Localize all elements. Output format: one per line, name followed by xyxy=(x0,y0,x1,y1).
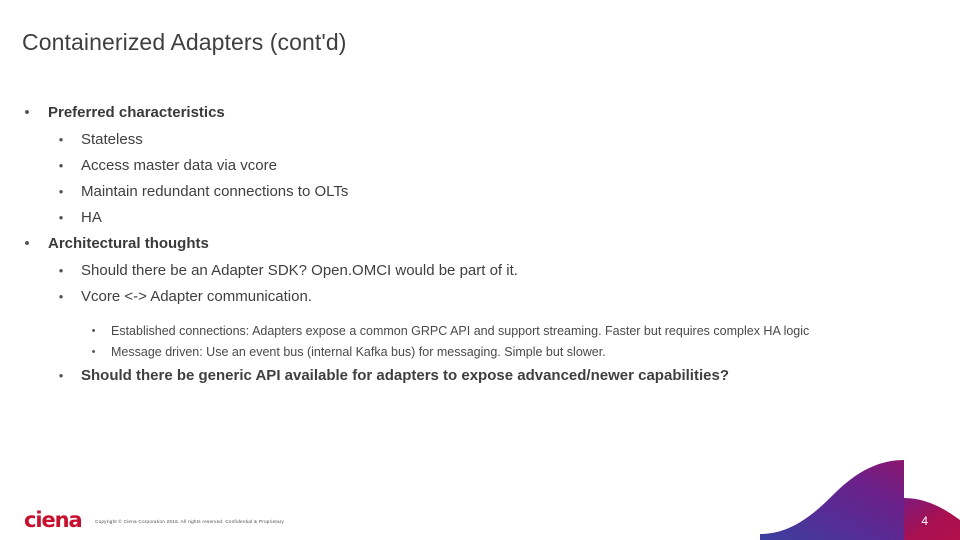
decorative-swoosh-graphic xyxy=(760,454,960,540)
slide-number: 4 xyxy=(921,514,928,528)
list-item-label: Maintain redundant connections to OLTs xyxy=(81,183,349,200)
list-item-label: Stateless xyxy=(81,131,143,148)
list-item: • Stateless xyxy=(0,127,930,153)
list-item: • Access master data via vcore xyxy=(0,153,930,179)
list-item: • Architectural thoughts xyxy=(0,231,930,257)
bullet-icon: • xyxy=(58,132,64,147)
list-item-label: HA xyxy=(81,209,102,226)
list-item: • Vcore <-> Adapter communication. xyxy=(0,284,930,310)
list-item-label: Established connections: Adapters expose… xyxy=(111,324,810,338)
bullet-icon: • xyxy=(91,346,96,358)
list-item: • Maintain redundant connections to OLTs xyxy=(0,179,930,205)
bullet-icon: • xyxy=(58,289,64,304)
list-item: • Message driven: Use an event bus (inte… xyxy=(0,342,930,363)
bullet-icon: • xyxy=(24,104,30,121)
list-item-label: Should there be an Adapter SDK? Open.OMC… xyxy=(81,262,518,279)
bullet-icon: • xyxy=(58,263,64,278)
list-item: • Preferred characteristics xyxy=(0,100,930,126)
list-item-label: Preferred characteristics xyxy=(48,104,225,121)
list-item: • HA xyxy=(0,205,930,231)
list-item-label: Architectural thoughts xyxy=(48,235,209,252)
list-item-label: Vcore <-> Adapter communication. xyxy=(81,288,312,305)
bullet-icon: • xyxy=(58,158,64,173)
ciena-logo: ciena xyxy=(24,508,83,532)
bullet-icon: • xyxy=(24,235,30,252)
list-item-label: Should there be generic API available fo… xyxy=(81,367,729,384)
bullet-icon: • xyxy=(58,210,64,225)
bullet-icon: • xyxy=(58,184,64,199)
list-item-label: Access master data via vcore xyxy=(81,157,277,174)
page-title: Containerized Adapters (cont'd) xyxy=(22,29,347,55)
bullet-list: • Preferred characteristics • Stateless … xyxy=(0,100,930,389)
bullet-icon: • xyxy=(58,368,64,383)
slide: Containerized Adapters (cont'd) • Prefer… xyxy=(0,0,960,540)
copyright-notice: Copyright © Ciena Corporation 2016. All … xyxy=(95,519,285,524)
list-item: • Should there be an Adapter SDK? Open.O… xyxy=(0,258,930,284)
bullet-icon: • xyxy=(91,325,96,337)
list-item: • Should there be generic API available … xyxy=(0,363,930,389)
list-item: • Established connections: Adapters expo… xyxy=(0,321,930,342)
list-item-label: Message driven: Use an event bus (intern… xyxy=(111,345,606,359)
